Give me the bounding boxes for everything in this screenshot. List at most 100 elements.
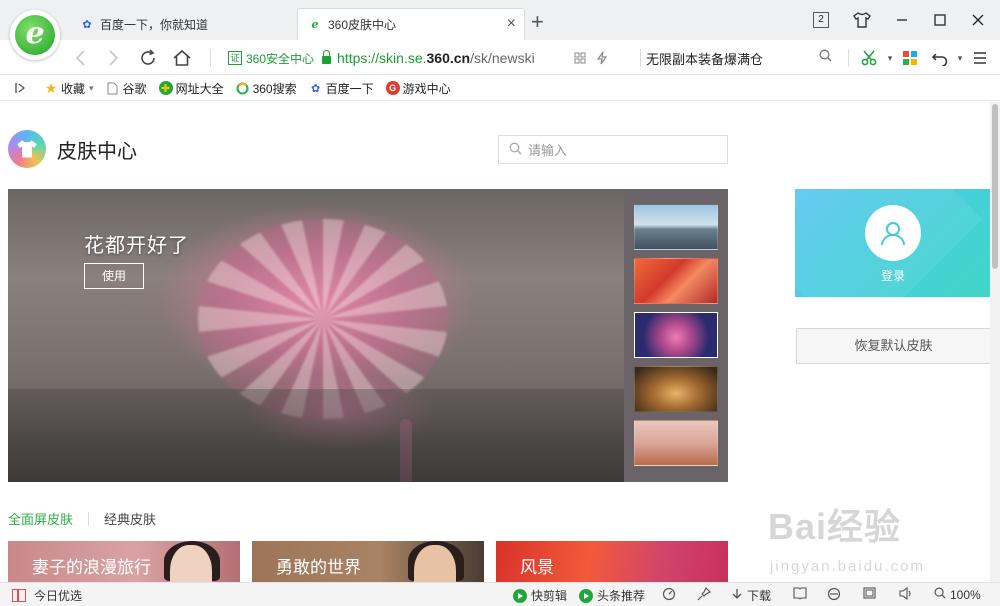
login-label[interactable]: 登录 [795,267,990,284]
360search-icon [236,81,250,95]
bookmarks-bar: ★ 收藏 ▾ 谷歌 ✚ 网址大全 360搜索 ✿ 百度一下 G 游戏中心 [0,76,1000,101]
reader-icon[interactable] [793,587,807,600]
baidu-paw-icon: ✿ [82,18,92,31]
zoom-control[interactable]: 100% [934,587,981,602]
zoom-icon [934,587,946,602]
bookmark-360search[interactable]: 360搜索 [236,80,297,97]
search-icon[interactable] [819,49,832,65]
pin-icon[interactable] [697,587,711,601]
quick-clip-label: 快剪辑 [531,589,568,603]
skin-shirt-icon[interactable] [850,8,874,32]
skin-card[interactable]: 妻子的浪漫旅行 [8,541,240,582]
bookmark-favorites[interactable]: ★ 收藏 ▾ [44,80,94,97]
nav-divider [640,49,641,67]
browser-e-icon: e [311,18,319,31]
hero-thumbnails [624,189,728,482]
category-divider [88,511,90,526]
browser-e-icon: e [15,15,55,55]
thumbnail-dandelion[interactable] [634,420,718,466]
headline-news-button[interactable]: 头条推荐 [579,587,645,604]
gift-icon [12,589,26,602]
scrollbar-thumb[interactable] [992,104,998,269]
lock-icon [322,50,332,64]
page-scrollbar[interactable] [990,102,1000,582]
thumbnail-canyon[interactable] [634,258,718,304]
apps-icon[interactable] [900,48,920,68]
navigation-bar: 证 360安全中心 https://skin.se.360.cn/sk/news… [0,40,1000,75]
hao360-icon: ✚ [158,81,173,95]
scissors-dropdown-icon[interactable]: ▾ [880,48,900,68]
browser-window: ✿ 百度一下，你就知道 e 360皮肤中心 × + 2 e 证 360安全中心 … [0,0,1000,606]
skin-center-logo-icon [8,130,46,168]
minimize-icon[interactable] [890,8,914,32]
bookmark-label: 百度一下 [325,81,374,96]
bookmark-label: 360搜索 [252,81,297,96]
cert-text: 360安全中心 [246,51,315,66]
skin-center-brand[interactable]: 皮肤中心 [8,130,137,168]
play-icon [579,588,593,603]
page-content: 皮肤中心 请输入 花都开好了 使用 登录 恢复默认皮肤 全面屏皮肤 经典皮肤 妻… [0,102,990,582]
tab-baidu[interactable]: ✿ 百度一下，你就知道 [70,8,296,40]
lightning-icon[interactable] [592,48,612,68]
bookmark-google[interactable]: 谷歌 [106,80,147,97]
download-label: 下载 [747,589,772,603]
home-icon[interactable] [170,46,194,70]
search-input[interactable]: 无限副本装备爆满仓 [646,45,842,71]
use-skin-button[interactable]: 使用 [84,263,144,289]
daily-picks[interactable]: 今日优选 [12,587,82,604]
nav-divider [210,49,211,67]
skin-card[interactable]: 勇敢的世界 [252,541,484,582]
bookmark-baidu[interactable]: ✿ 百度一下 [309,80,374,97]
skin-card-title: 风景 [520,558,554,577]
close-tab-icon[interactable]: × [507,15,516,33]
qr-grid-icon[interactable] [570,48,590,68]
browser-logo[interactable]: e [10,10,60,60]
login-card[interactable]: 登录 [795,189,990,297]
sidebar-toggle-icon[interactable] [14,82,26,94]
tab-count-badge: 2 [813,12,829,28]
bookmark-games[interactable]: G 游戏中心 [385,80,451,97]
tab-skin-center[interactable]: e 360皮肤中心 × [297,8,525,40]
skin-card[interactable]: 风景 [496,541,728,582]
download-icon [731,588,743,604]
play-icon [513,588,527,603]
daily-picks-label: 今日优选 [34,589,83,603]
back-icon[interactable] [68,46,92,70]
scissors-icon[interactable] [860,48,880,68]
url-text[interactable]: https://skin.se.360.cn/sk/newski [337,50,535,66]
menu-icon[interactable] [970,48,990,68]
zoom-level: 100% [950,587,981,602]
thumbnail-flower[interactable] [634,312,718,358]
skin-card-title: 妻子的浪漫旅行 [32,558,151,577]
speed-icon[interactable] [662,587,676,601]
restore-default-skin-button[interactable]: 恢复默认皮肤 [796,328,990,364]
hero-banner[interactable]: 花都开好了 使用 [8,189,624,482]
ie-mode-icon[interactable] [827,587,841,601]
tab-count-button[interactable]: 2 [810,8,832,32]
undo-icon[interactable] [930,48,950,68]
tab-fullscreen-skins[interactable]: 全面屏皮肤 [8,509,73,528]
tab-label: 360皮肤中心 [328,18,397,32]
baidu-paw-icon: ✿ [311,82,321,95]
thumbnail-dog[interactable] [634,366,718,412]
security-cert[interactable]: 证 360安全中心 [228,50,314,67]
maximize-icon[interactable] [928,8,952,32]
thumbnail-mountain[interactable] [634,204,718,250]
skin-card-title: 勇敢的世界 [276,558,361,577]
quick-clip-button[interactable]: 快剪辑 [513,587,567,604]
bookmark-hao360[interactable]: ✚ 网址大全 [158,80,224,97]
volume-icon[interactable] [899,587,913,600]
star-icon: ★ [44,79,58,96]
user-avatar-icon[interactable] [865,205,921,261]
forward-icon[interactable] [102,46,126,70]
tab-classic-skins[interactable]: 经典皮肤 [104,509,156,528]
download-button[interactable]: 下载 [731,587,771,604]
refresh-icon[interactable] [136,46,160,70]
url-scheme: https://skin.se. [337,50,427,66]
new-tab-button[interactable]: + [531,10,544,34]
window-mode-icon[interactable] [863,587,876,599]
bookmark-label: 网址大全 [175,81,224,96]
skin-search-input[interactable]: 请输入 [498,135,728,164]
window-close-icon[interactable] [966,8,990,32]
undo-dropdown-icon[interactable]: ▾ [950,48,970,68]
